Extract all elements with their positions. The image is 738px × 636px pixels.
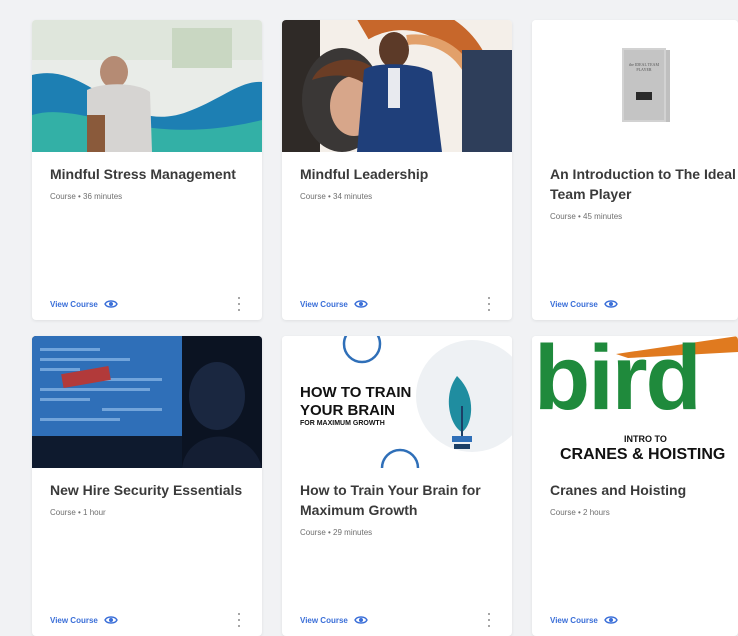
more-vertical-icon[interactable] (484, 613, 494, 627)
eye-icon (104, 616, 118, 624)
course-thumbnail[interactable]: bird INTRO TO CRANES & HOISTING (532, 336, 738, 468)
eye-icon (604, 300, 618, 308)
card-footer: View Course (50, 296, 244, 312)
course-card[interactable]: bird INTRO TO CRANES & HOISTING Cranes a… (532, 336, 738, 636)
course-thumbnail[interactable] (32, 336, 262, 468)
course-card[interactable]: the IDEAL TEAM PLAYER An Introduction to… (532, 20, 738, 320)
course-title[interactable]: Cranes and Hoisting (550, 480, 728, 500)
view-course-button[interactable]: View Course (550, 615, 618, 625)
more-vertical-icon[interactable] (234, 613, 244, 627)
thumb-title-line-2: YOUR BRAIN (300, 402, 396, 419)
thumb-title-line-1: HOW TO TRAIN (300, 384, 412, 401)
view-course-button[interactable]: View Course (50, 299, 118, 309)
card-footer: View Course (550, 296, 720, 312)
view-course-button[interactable]: View Course (300, 299, 368, 309)
view-course-button[interactable]: View Course (300, 615, 368, 625)
card-footer: View Course (50, 612, 244, 628)
course-thumbnail[interactable]: HOW TO TRAIN YOUR BRAIN FOR MAXIMUM GROW… (282, 336, 512, 468)
course-meta: Course • 1 hour (50, 508, 106, 517)
bird-logo: bird (534, 336, 702, 429)
book-cover-text: the IDEAL TEAM PLAYER (629, 62, 659, 72)
view-course-label: View Course (300, 615, 348, 625)
view-course-label: View Course (50, 299, 98, 309)
view-course-label: View Course (550, 299, 598, 309)
course-card[interactable]: New Hire Security Essentials Course • 1 … (32, 336, 262, 636)
more-vertical-icon[interactable] (484, 297, 494, 311)
thumb-subtitle: FOR MAXIMUM GROWTH (300, 420, 385, 427)
view-course-label: View Course (550, 615, 598, 625)
course-meta: Course • 45 minutes (550, 212, 623, 221)
card-footer: View Course (550, 612, 720, 628)
course-title[interactable]: Mindful Stress Management (50, 164, 252, 184)
eye-icon (354, 616, 368, 624)
view-course-button[interactable]: View Course (50, 615, 118, 625)
thumb-subtitle-1: INTRO TO (624, 434, 667, 444)
course-card[interactable]: Mindful Leadership Course • 34 minutes V… (282, 20, 512, 320)
course-thumbnail[interactable] (282, 20, 512, 152)
more-vertical-icon[interactable] (234, 297, 244, 311)
course-title[interactable]: Mindful Leadership (300, 164, 502, 184)
card-footer: View Course (300, 296, 494, 312)
thumb-subtitle-2: CRANES & HOISTING (560, 446, 726, 463)
course-meta: Course • 2 hours (550, 508, 610, 517)
course-card[interactable]: Mindful Stress Management Course • 36 mi… (32, 20, 262, 320)
course-meta: Course • 34 minutes (300, 192, 373, 201)
eye-icon (604, 616, 618, 624)
course-thumbnail[interactable] (32, 20, 262, 152)
course-meta: Course • 36 minutes (50, 192, 123, 201)
card-footer: View Course (300, 612, 494, 628)
course-meta: Course • 29 minutes (300, 528, 373, 537)
view-course-label: View Course (50, 615, 98, 625)
course-title[interactable]: An Introduction to The Ideal Team Player (550, 164, 738, 204)
course-card[interactable]: HOW TO TRAIN YOUR BRAIN FOR MAXIMUM GROW… (282, 336, 512, 636)
view-course-button[interactable]: View Course (550, 299, 618, 309)
course-title[interactable]: How to Train Your Brain for Maximum Grow… (300, 480, 502, 520)
eye-icon (354, 300, 368, 308)
eye-icon (104, 300, 118, 308)
course-title[interactable]: New Hire Security Essentials (50, 480, 252, 500)
view-course-label: View Course (300, 299, 348, 309)
course-thumbnail[interactable]: the IDEAL TEAM PLAYER (532, 20, 738, 152)
